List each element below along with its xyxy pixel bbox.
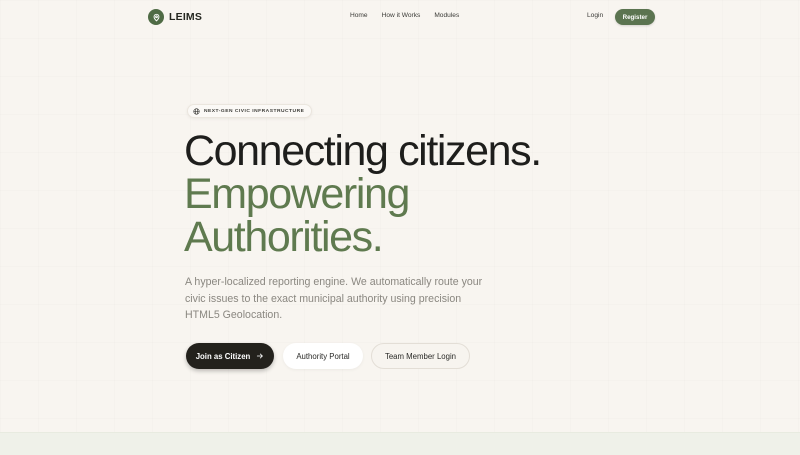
authority-portal-button[interactable]: Authority Portal	[283, 343, 363, 369]
nav-links: Home How it Works Modules	[350, 12, 459, 19]
nav-link-modules[interactable]: Modules	[434, 12, 459, 19]
headline-line-1: Connecting citizens.	[184, 127, 542, 175]
headline-line-3: Authorities.	[184, 213, 384, 261]
team-member-login-button[interactable]: Team Member Login	[371, 343, 470, 369]
next-section-band	[0, 432, 800, 455]
register-button[interactable]: Register	[615, 9, 655, 25]
join-as-citizen-button[interactable]: Join as Citizen	[186, 343, 274, 369]
globe-icon	[193, 107, 200, 115]
arrow-right-icon	[256, 352, 264, 360]
headline-line-2: Empowering	[184, 170, 410, 218]
hero-badge: NEXT-GEN CIVIC INFRASTRUCTURE	[187, 104, 313, 118]
badge-text: NEXT-GEN CIVIC INFRASTRUCTURE	[204, 108, 305, 114]
join-as-citizen-label: Join as Citizen	[195, 351, 251, 361]
brand-name: LEIMS	[169, 11, 203, 23]
hero-headline: Connecting citizens. Empowering Authorit…	[184, 130, 744, 259]
nav-link-home[interactable]: Home	[350, 12, 368, 19]
nav-link-how-it-works[interactable]: How it Works	[382, 12, 421, 19]
login-link[interactable]: Login	[587, 12, 603, 19]
hero-subtitle: A hyper-localized reporting engine. We a…	[185, 276, 483, 322]
map-pin-icon	[148, 9, 164, 25]
logo-link[interactable]: LEIMS	[148, 9, 202, 25]
navbar: LEIMS Home How it Works Modules Login Re…	[0, 0, 800, 34]
